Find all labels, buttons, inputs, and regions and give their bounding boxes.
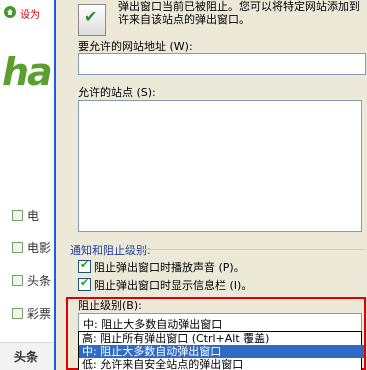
nav-item-tv[interactable]: 电 xyxy=(12,207,39,224)
intro-line-1: 弹出窗口当前已被阻止。您可以将特定网站添加到 xyxy=(118,0,360,13)
intro-line-2: 许来自该站点的弹出窗口。 xyxy=(118,13,250,26)
bottom-tab-bar: 头条 xyxy=(0,342,56,370)
show-infobar-checkbox[interactable]: ✔ xyxy=(78,277,91,291)
allowed-sites-label: 允许的站点 (S): xyxy=(78,86,156,99)
nav-item-lottery[interactable]: 彩票 xyxy=(12,305,51,322)
nav-item-label: 头条 xyxy=(27,274,52,288)
block-level-select[interactable]: 中: 阻止大多数自动弹出窗口 xyxy=(78,313,362,333)
bottom-tab-headlines[interactable]: 头条 xyxy=(14,348,38,365)
block-level-label: 阻止级别(B): xyxy=(78,299,142,312)
tv-icon xyxy=(12,210,23,221)
site-logo[interactable]: ha xyxy=(2,50,53,94)
option-low[interactable]: 低: 允许来自安全站点的弹出窗口 xyxy=(79,358,364,370)
news-icon xyxy=(12,275,23,286)
lottery-icon xyxy=(12,308,23,319)
group-divider xyxy=(126,249,366,250)
set-home-link[interactable]: 设为 xyxy=(20,6,40,21)
allowed-sites-list[interactable] xyxy=(78,100,362,232)
play-sound-label: 阻止弹出窗口时播放声音 (P)。 xyxy=(94,261,245,274)
nav-item-label: 电影 xyxy=(27,241,52,255)
nav-item-movie[interactable]: 电影 xyxy=(12,239,51,256)
block-level-dropdown: 高: 阻止所有弹出窗口 (Ctrl+Alt 覆盖) 中: 阻止大多数自动弹出窗口… xyxy=(78,331,364,370)
logo-text: ha xyxy=(2,50,53,94)
play-sound-checkbox[interactable]: ✔ xyxy=(78,259,91,273)
option-medium[interactable]: 中: 阻止大多数自动弹出窗口 xyxy=(79,345,364,358)
nav-item-label: 电 xyxy=(27,209,40,223)
popup-blocker-icon: ✔ xyxy=(78,4,106,36)
address-label: 要允许的网站地址 (W): xyxy=(78,40,193,53)
option-high[interactable]: 高: 阻止所有弹出窗口 (Ctrl+Alt 覆盖) xyxy=(79,332,364,345)
address-input[interactable] xyxy=(78,53,366,75)
nav-item-label: 彩票 xyxy=(27,307,52,321)
show-infobar-label: 阻止弹出窗口时显示信息栏 (I)。 xyxy=(94,279,253,292)
intro-text: 弹出窗口当前已被阻止。您可以将特定网站添加到 许来自该站点的弹出窗口。 xyxy=(118,0,367,26)
background-page: 设为 ha 电 电影 头条 彩票 头条 xyxy=(0,0,56,370)
home-icon[interactable] xyxy=(4,6,16,18)
movie-icon xyxy=(12,242,23,253)
popup-blocker-settings-dialog: ✔ 弹出窗口当前已被阻止。您可以将特定网站添加到 许来自该站点的弹出窗口。 要允… xyxy=(56,0,367,370)
block-level-value: 中: 阻止大多数自动弹出窗口 xyxy=(83,318,223,331)
notification-group-label: 通知和阻止级别: xyxy=(70,244,151,257)
nav-item-headlines[interactable]: 头条 xyxy=(12,272,51,289)
